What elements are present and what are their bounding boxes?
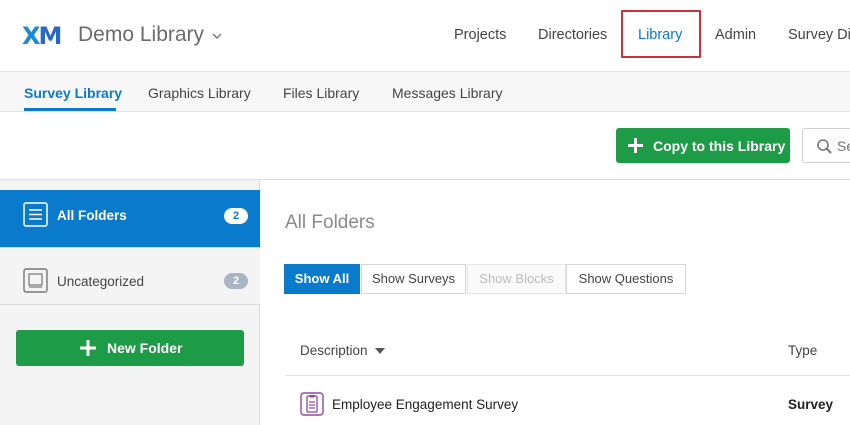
tab-graphics-library[interactable]: Graphics Library: [148, 85, 251, 101]
search-box[interactable]: [802, 128, 850, 163]
nav-directories[interactable]: Directories: [538, 27, 607, 43]
folder-count-badge: 2: [224, 208, 248, 224]
plus-icon: [80, 340, 96, 356]
top-header: XM Demo Library Projects Directories Lib…: [0, 0, 850, 72]
tab-messages-library[interactable]: Messages Library: [392, 85, 503, 101]
folder-label: Uncategorized: [57, 274, 145, 289]
tab-files-library[interactable]: Files Library: [283, 85, 359, 101]
nav-library[interactable]: Library: [638, 27, 682, 43]
folder-label: All Folders: [57, 208, 127, 223]
xm-logo[interactable]: XM: [22, 22, 63, 50]
page-title: All Folders: [285, 212, 375, 233]
active-tab-underline: [24, 108, 116, 111]
logo-x: X: [22, 22, 40, 50]
folder-all-folders[interactable]: All Folders 2: [0, 190, 260, 248]
logo-m: M: [38, 22, 63, 50]
folder-sidebar: All Folders 2 Uncategorized 2 New Folder: [0, 180, 260, 425]
filter-show-surveys[interactable]: Show Surveys: [361, 264, 466, 294]
filter-show-blocks: Show Blocks: [467, 264, 566, 294]
copy-to-library-button[interactable]: Copy to this Library: [616, 128, 790, 163]
new-folder-button[interactable]: New Folder: [16, 330, 244, 366]
column-header-type[interactable]: Type: [788, 343, 817, 358]
list-folder-icon: [23, 202, 48, 227]
new-folder-label: New Folder: [107, 340, 183, 356]
plus-icon: [628, 138, 643, 153]
search-icon: [817, 139, 832, 154]
clipboard-survey-icon: [300, 392, 324, 416]
sort-down-icon[interactable]: [374, 346, 386, 356]
folder-uncategorized[interactable]: Uncategorized 2: [0, 247, 260, 305]
column-header-description[interactable]: Description: [300, 343, 368, 358]
nav-admin[interactable]: Admin: [715, 27, 756, 43]
filter-show-all[interactable]: Show All: [284, 264, 360, 294]
copy-to-library-label: Copy to this Library: [653, 138, 786, 154]
nav-survey-directory[interactable]: Survey Dir: [788, 27, 850, 43]
library-toolbar: Copy to this Library: [0, 112, 850, 180]
search-input[interactable]: [837, 137, 850, 155]
row-type: Survey: [788, 397, 834, 412]
table-header-divider: [285, 375, 850, 376]
library-subtabs: Survey Library Graphics Library Files Li…: [0, 72, 850, 112]
chevron-down-icon[interactable]: [210, 29, 224, 43]
filter-show-questions[interactable]: Show Questions: [566, 264, 686, 294]
inbox-folder-icon: [23, 268, 48, 293]
folder-count-badge: 2: [224, 273, 248, 289]
tab-survey-library[interactable]: Survey Library: [24, 85, 122, 101]
row-description[interactable]: Employee Engagement Survey: [332, 397, 518, 412]
nav-projects[interactable]: Projects: [454, 27, 506, 43]
library-selector-title[interactable]: Demo Library: [78, 23, 204, 47]
